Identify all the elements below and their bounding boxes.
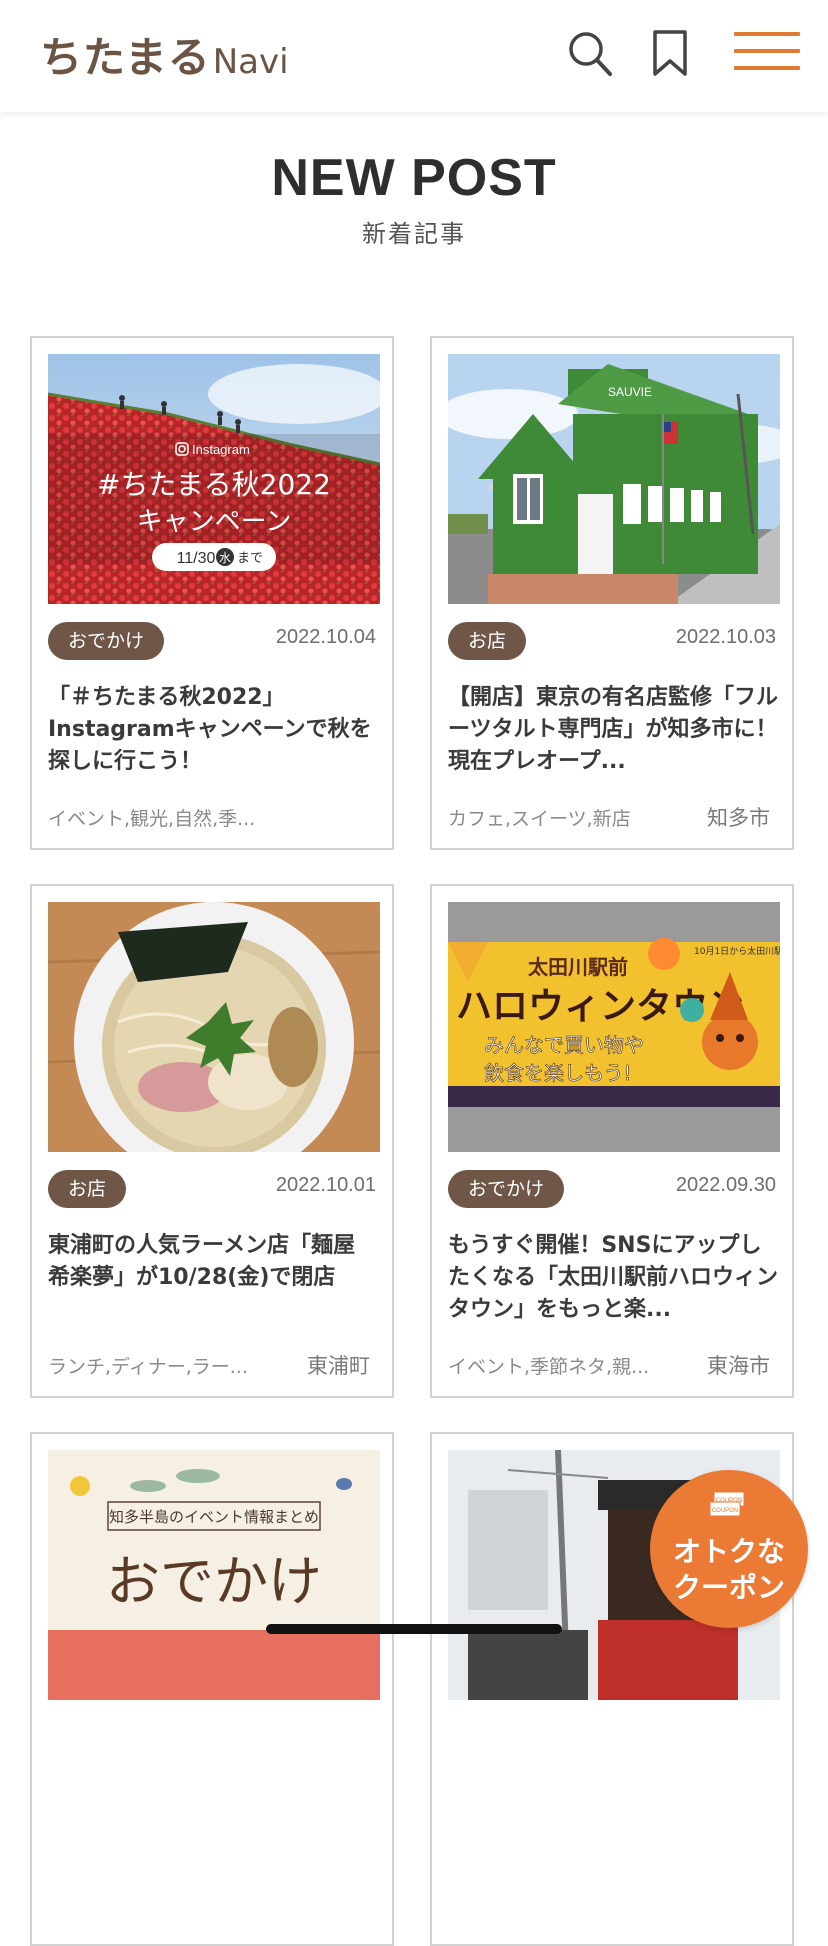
- post-tags: イベント,季節ネタ,親...: [448, 1356, 650, 1378]
- site-header: ちたまる Navi: [0, 0, 828, 112]
- post-title[interactable]: 【開店】東京の有名店監修「フルーツタルト専門店」が知多市に！現在プレオープ...: [448, 682, 780, 778]
- coupon-line1: オトクな: [672, 1535, 785, 1568]
- post-area: 東海市: [707, 1354, 770, 1378]
- post-title[interactable]: もうすぐ開催！SNSにアップしたくなる「太田川駅前ハロウィンタウン」をもっと楽.…: [448, 1230, 780, 1326]
- post-card[interactable]: SAUVIE お店 2022.10.03 【開店】東京の有名店監修「フルーツタル…: [430, 336, 794, 850]
- logo-text-en: Navi: [212, 42, 289, 82]
- post-area: 東浦町: [307, 1354, 370, 1378]
- category-badge[interactable]: おでかけ: [448, 1170, 565, 1208]
- coupon-line2: クーポン: [672, 1571, 785, 1604]
- image-caption: 太田川駅前: [528, 955, 628, 979]
- post-tags: ランチ,ディナー,ラー...: [48, 1356, 248, 1378]
- post-card[interactable]: お店 2022.10.01 東浦町の人気ラーメン店「麺屋 希楽夢」が10/28(…: [30, 884, 394, 1398]
- section-subtitle: 新着記事: [362, 220, 466, 248]
- post-tags: イベント,観光,自然,季...: [48, 808, 256, 830]
- section-title: NEW POST: [271, 149, 557, 207]
- post-tags: カフェ,スイーツ,新店: [448, 808, 631, 830]
- post-date: 2022.10.04: [275, 626, 376, 648]
- coupon-ticket-label: COUPON: [712, 1508, 738, 1514]
- post-title[interactable]: 東浦町の人気ラーメン店「麺屋 希楽夢」が10/28(金)で閉店: [48, 1230, 380, 1326]
- image-caption: キャンペーン: [137, 507, 292, 537]
- menu-bar: [734, 49, 800, 53]
- image-caption: みんなで買い物や: [484, 1033, 644, 1057]
- category-badge[interactable]: お店: [448, 622, 527, 660]
- logo-text-jp: ちたまる: [40, 33, 211, 82]
- image-caption: 水: [219, 551, 231, 565]
- post-thumbnail[interactable]: Instagram #ちたまる秋2022 キャンペーン 11/30 水 まで: [48, 354, 380, 604]
- post-date: 2022.09.30: [675, 1174, 776, 1196]
- search-icon[interactable]: [566, 28, 614, 80]
- post-area: 知多市: [707, 806, 770, 830]
- post-card[interactable]: 太田川駅前 ハロウィンタウン みんなで買い物や 飲食を楽しもう! 10月1日から…: [430, 884, 794, 1398]
- menu-bar: [734, 66, 800, 70]
- coupon-icon: COUPON COUPON: [709, 1491, 745, 1517]
- image-caption: Instagram: [192, 442, 250, 457]
- image-caption: 11/30: [177, 550, 216, 567]
- post-thumbnail[interactable]: SAUVIE: [448, 354, 780, 604]
- image-caption: まで: [237, 551, 263, 566]
- site-logo[interactable]: ちたまる Navi: [40, 28, 289, 84]
- image-caption: #ちたまる秋2022: [97, 468, 331, 501]
- image-caption: おでかけ: [106, 1550, 322, 1613]
- category-badge[interactable]: お店: [48, 1170, 127, 1208]
- post-title[interactable]: 「＃ちたまる秋2022」Instagramキャンペーンで秋を探しに行こう！: [48, 682, 380, 778]
- coupon-ticket-label: COUPON: [716, 1498, 742, 1504]
- menu-bar: [734, 32, 800, 36]
- menu-icon[interactable]: [734, 32, 800, 76]
- post-date: 2022.10.01: [275, 1174, 376, 1196]
- bookmark-icon[interactable]: [650, 28, 690, 80]
- category-badge[interactable]: おでかけ: [48, 622, 165, 660]
- post-card[interactable]: 知多半島のイベント情報まとめ おでかけ: [30, 1432, 394, 1946]
- coupon-button[interactable]: COUPON COUPON オトクな クーポン: [650, 1470, 808, 1628]
- post-thumbnail[interactable]: 知多半島のイベント情報まとめ おでかけ: [48, 1450, 380, 1700]
- image-caption: 知多半島のイベント情報まとめ: [109, 1508, 319, 1526]
- post-date: 2022.10.03: [675, 626, 776, 648]
- home-indicator: [266, 1624, 562, 1634]
- image-caption: SAUVIE: [608, 385, 652, 399]
- image-caption: 10月1日から太田川駅前がハロウィン装飾されるよ♪: [694, 945, 780, 957]
- post-thumbnail[interactable]: [48, 902, 380, 1152]
- post-card[interactable]: Instagram #ちたまる秋2022 キャンペーン 11/30 水 まで お…: [30, 336, 394, 850]
- post-thumbnail[interactable]: 太田川駅前 ハロウィンタウン みんなで買い物や 飲食を楽しもう! 10月1日から…: [448, 902, 780, 1152]
- image-caption: 飲食を楽しもう!: [484, 1061, 631, 1085]
- coupon-label: オトクな クーポン: [650, 1534, 808, 1606]
